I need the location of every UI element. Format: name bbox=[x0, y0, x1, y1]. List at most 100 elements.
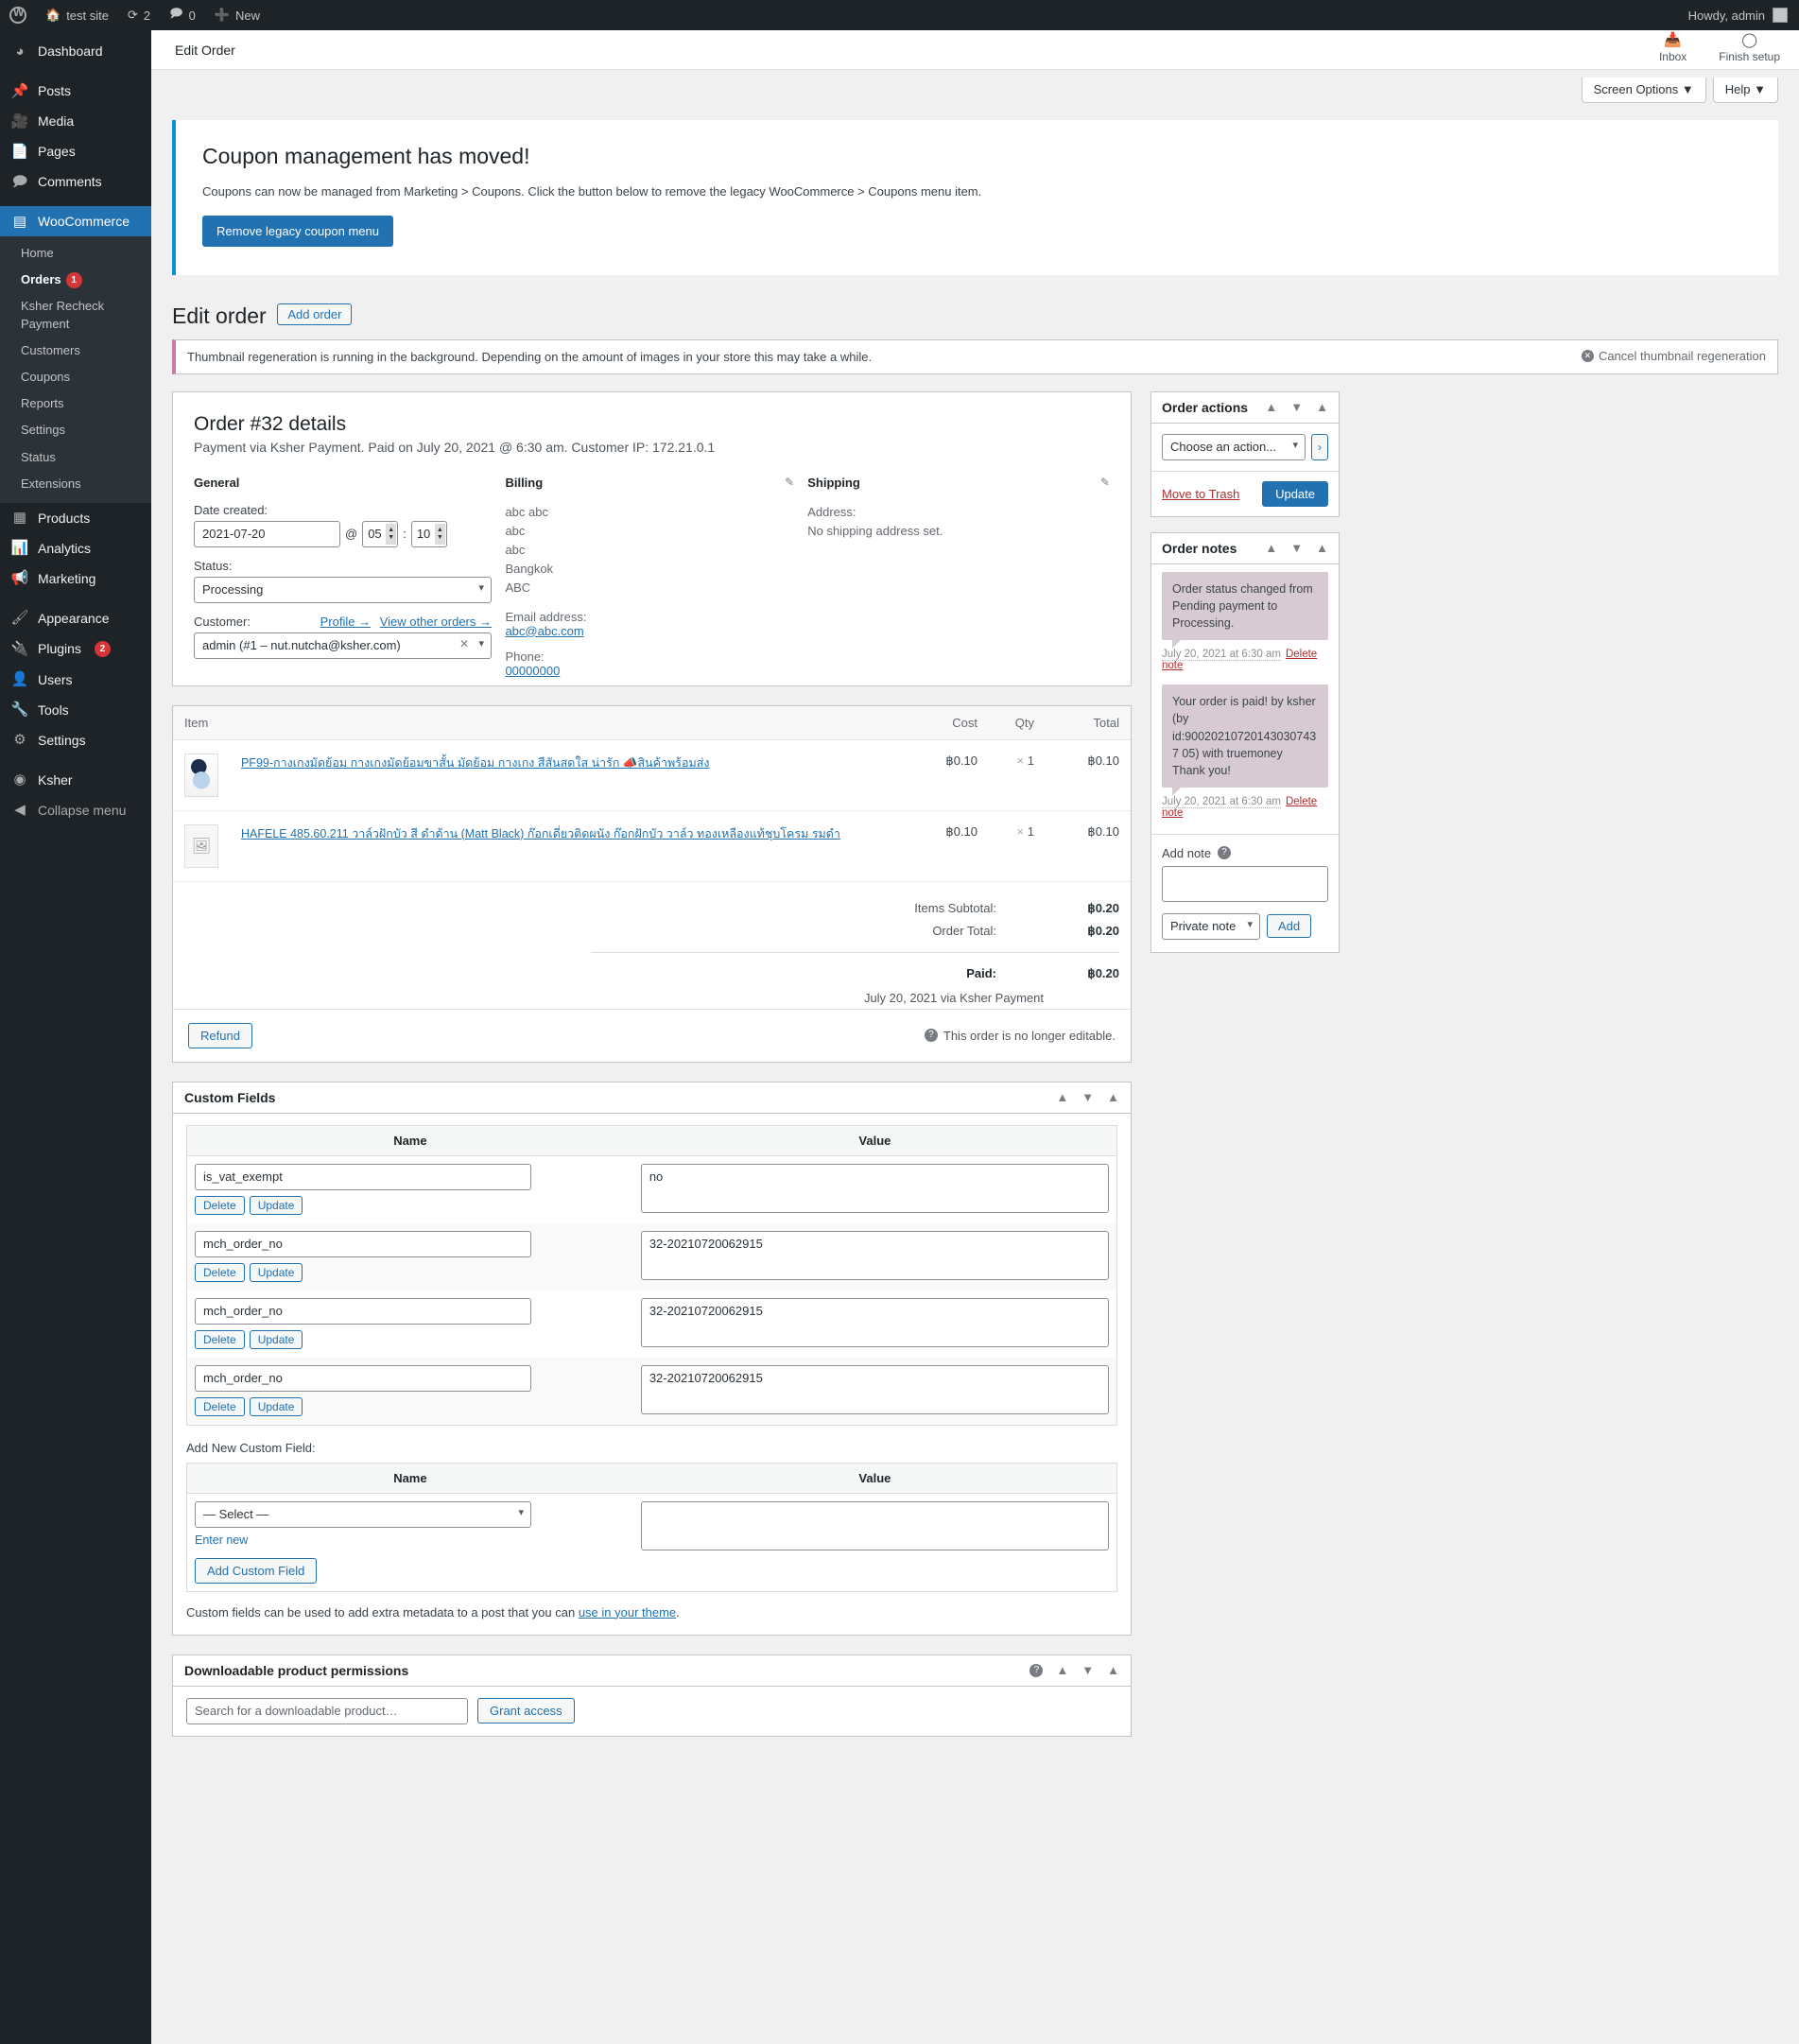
update-order-button[interactable]: Update bbox=[1262, 480, 1328, 507]
cf-delete-button[interactable]: Delete bbox=[195, 1262, 245, 1282]
cf-value-textarea[interactable]: 32-20210720062915 bbox=[640, 1230, 1109, 1280]
sidebar-item-plugins[interactable]: 🔌 Plugins 2 bbox=[0, 633, 151, 665]
cf-update-button[interactable]: Update bbox=[249, 1195, 303, 1215]
cf-delete-button[interactable]: Delete bbox=[195, 1329, 245, 1349]
site-name-link[interactable]: 🏠 test site bbox=[36, 0, 118, 30]
customer-input[interactable] bbox=[194, 632, 492, 659]
sidebar-item-dashboard[interactable]: ◕ Dashboard bbox=[0, 36, 151, 66]
order-action-select-wrap[interactable]: Choose an action... bbox=[1162, 433, 1306, 460]
add-order-button[interactable]: Add order bbox=[277, 303, 353, 325]
sidebar-item-analytics[interactable]: 📊 Analytics bbox=[0, 533, 151, 563]
hour-spinner-arrows[interactable]: ▲ ▼ bbox=[386, 523, 397, 545]
move-down-icon[interactable]: ▼ bbox=[1290, 541, 1303, 555]
help-tab[interactable]: Help ▼ bbox=[1712, 78, 1778, 103]
minute-spinner-arrows[interactable]: ▲ ▼ bbox=[434, 523, 445, 545]
move-up-icon[interactable]: ▲ bbox=[1265, 400, 1277, 414]
edit-shipping-icon[interactable]: ✎ bbox=[1100, 476, 1110, 489]
note-type-select-wrap[interactable]: Private note bbox=[1162, 912, 1260, 940]
help-icon[interactable]: ? bbox=[1029, 1663, 1044, 1677]
sidebar-item-status[interactable]: Status bbox=[0, 444, 151, 471]
cf-new-name-select[interactable]: — Select — bbox=[195, 1500, 531, 1528]
toggle-panel-icon[interactable]: ▲ bbox=[1316, 541, 1328, 555]
date-created-input[interactable] bbox=[194, 520, 340, 547]
sidebar-item-coupons[interactable]: Coupons bbox=[0, 364, 151, 390]
sidebar-item-extensions[interactable]: Extensions bbox=[0, 471, 151, 497]
chevron-down-icon[interactable]: ▾ bbox=[478, 637, 484, 650]
sidebar-item-orders[interactable]: Orders 1 bbox=[0, 267, 151, 293]
add-custom-field-button[interactable]: Add Custom Field bbox=[195, 1557, 318, 1584]
note-type-select[interactable]: Private note bbox=[1162, 912, 1260, 940]
billing-email-link[interactable]: abc@abc.com bbox=[505, 624, 583, 638]
move-down-icon[interactable]: ▼ bbox=[1081, 1090, 1094, 1104]
move-up-icon[interactable]: ▲ bbox=[1056, 1663, 1068, 1677]
inbox-button[interactable]: 📥 Inbox bbox=[1659, 33, 1687, 64]
clear-customer-icon[interactable]: ✕ bbox=[459, 637, 469, 650]
wp-logo-menu[interactable] bbox=[0, 0, 36, 30]
sidebar-item-ksher[interactable]: ◉ Ksher bbox=[0, 765, 151, 795]
order-status-select[interactable]: Processing bbox=[194, 576, 492, 603]
cf-name-input[interactable] bbox=[195, 1230, 531, 1257]
cancel-thumbnail-regeneration-link[interactable]: ✕ Cancel thumbnail regeneration bbox=[1581, 349, 1766, 363]
edit-billing-icon[interactable]: ✎ bbox=[785, 476, 794, 489]
updates-link[interactable]: ⟳ 2 bbox=[118, 0, 160, 30]
status-select-wrap[interactable]: Processing bbox=[194, 576, 492, 603]
sidebar-item-customers[interactable]: Customers bbox=[0, 338, 151, 364]
customer-select[interactable]: ✕ ▾ bbox=[194, 632, 492, 659]
apply-action-button[interactable]: › bbox=[1311, 433, 1328, 460]
collapse-menu-button[interactable]: ◀ Collapse menu bbox=[0, 795, 151, 825]
product-link[interactable]: PF99-กางเกงมัดย้อม กางเกงมัดย้อมขาสั้น ม… bbox=[241, 756, 710, 770]
use-in-your-theme-link[interactable]: use in your theme bbox=[579, 1605, 676, 1620]
move-up-icon[interactable]: ▲ bbox=[1056, 1090, 1068, 1104]
hour-stepper[interactable]: ▲▼ bbox=[362, 520, 399, 547]
downloadable-search-input[interactable] bbox=[186, 1697, 468, 1724]
cf-update-button[interactable]: Update bbox=[249, 1396, 303, 1416]
cf-name-input[interactable] bbox=[195, 1163, 531, 1190]
cf-new-select-wrap[interactable]: — Select — bbox=[195, 1500, 531, 1528]
product-link[interactable]: HAFELE 485.60.211 วาล์วฝักบัว สี ดำด้าน … bbox=[241, 827, 840, 840]
enter-new-link[interactable]: Enter new bbox=[195, 1533, 248, 1547]
sidebar-item-settings[interactable]: ⚙ Settings bbox=[0, 725, 151, 755]
cf-delete-button[interactable]: Delete bbox=[195, 1195, 245, 1215]
remove-legacy-coupon-menu-button[interactable]: Remove legacy coupon menu bbox=[202, 215, 393, 247]
view-other-orders-link[interactable]: View other orders → bbox=[380, 615, 492, 629]
grant-access-button[interactable]: Grant access bbox=[477, 1698, 575, 1724]
customer-profile-link[interactable]: Profile → bbox=[320, 615, 371, 629]
sidebar-item-home[interactable]: Home bbox=[0, 240, 151, 267]
sidebar-item-users[interactable]: 👤 Users bbox=[0, 665, 151, 695]
sidebar-item-ksher-recheck-payment[interactable]: Ksher Recheck Payment bbox=[0, 293, 113, 337]
help-icon[interactable]: ? bbox=[1218, 846, 1232, 860]
comments-link[interactable]: 🗩 0 bbox=[160, 0, 205, 30]
cf-new-value-textarea[interactable] bbox=[640, 1500, 1109, 1550]
cf-update-button[interactable]: Update bbox=[249, 1262, 303, 1282]
billing-phone-link[interactable]: 00000000 bbox=[505, 664, 560, 678]
move-down-icon[interactable]: ▼ bbox=[1081, 1663, 1094, 1677]
sidebar-item-marketing[interactable]: 📢 Marketing bbox=[0, 563, 151, 594]
sidebar-item-pages[interactable]: 📄 Pages bbox=[0, 136, 151, 166]
sidebar-item-tools[interactable]: 🔧 Tools bbox=[0, 695, 151, 725]
finish-setup-button[interactable]: ◯ Finish setup bbox=[1719, 33, 1780, 64]
screen-options-tab[interactable]: Screen Options ▼ bbox=[1581, 78, 1706, 103]
cf-name-input[interactable] bbox=[195, 1297, 531, 1325]
account-area[interactable]: Howdy, admin bbox=[1688, 8, 1799, 23]
sidebar-item-posts[interactable]: 📌 Posts bbox=[0, 76, 151, 106]
move-to-trash-link[interactable]: Move to Trash bbox=[1162, 487, 1239, 501]
sidebar-item-comments[interactable]: 🗩 Comments bbox=[0, 166, 151, 197]
toggle-panel-icon[interactable]: ▲ bbox=[1107, 1090, 1119, 1104]
new-content-link[interactable]: ➕ New bbox=[205, 0, 269, 30]
refund-button[interactable]: Refund bbox=[188, 1022, 252, 1048]
cf-value-textarea[interactable]: 32-20210720062915 bbox=[640, 1297, 1109, 1347]
cf-update-button[interactable]: Update bbox=[249, 1329, 303, 1349]
cf-name-input[interactable] bbox=[195, 1364, 531, 1392]
sidebar-item-reports[interactable]: Reports bbox=[0, 390, 151, 417]
toggle-panel-icon[interactable]: ▲ bbox=[1316, 400, 1328, 414]
move-up-icon[interactable]: ▲ bbox=[1265, 541, 1277, 555]
cf-value-textarea[interactable]: 32-20210720062915 bbox=[640, 1364, 1109, 1414]
cf-value-textarea[interactable]: no bbox=[640, 1163, 1109, 1213]
sidebar-item-media[interactable]: 🎥 Media bbox=[0, 106, 151, 136]
add-note-textarea[interactable] bbox=[1162, 865, 1328, 902]
minute-stepper[interactable]: ▲▼ bbox=[410, 520, 447, 547]
sidebar-item-appearance[interactable]: 🖌 Appearance bbox=[0, 603, 151, 633]
move-down-icon[interactable]: ▼ bbox=[1290, 400, 1303, 414]
add-note-button[interactable]: Add bbox=[1267, 914, 1312, 939]
sidebar-item-settings-woo[interactable]: Settings bbox=[0, 417, 151, 443]
